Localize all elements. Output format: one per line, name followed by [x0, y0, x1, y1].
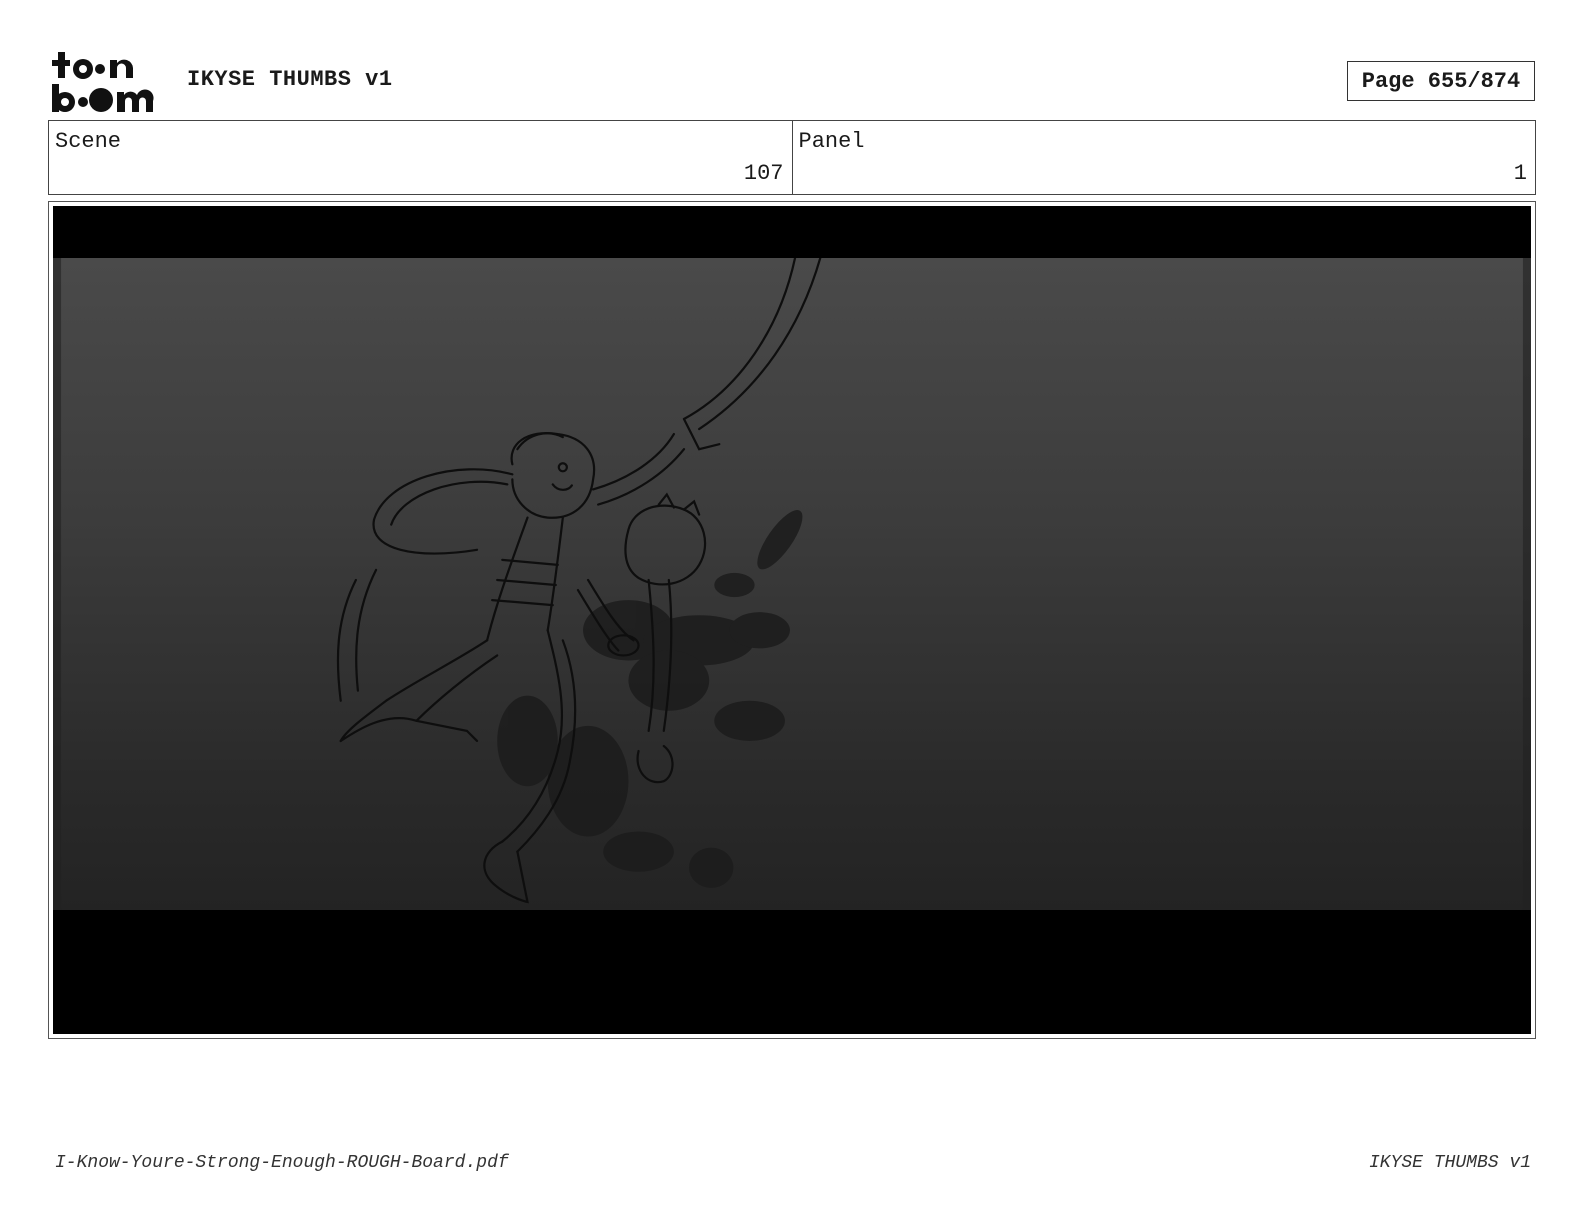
- scene-cell: Scene 107: [49, 121, 792, 194]
- scene-panel-info: Scene 107 Panel 1: [48, 120, 1536, 195]
- storyboard-image: [53, 206, 1531, 1034]
- toonboom-logo: [52, 52, 154, 112]
- storyboard-frame: [48, 201, 1536, 1039]
- footer-filename: I-Know-Youre-Strong-Enough-ROUGH-Board.p…: [55, 1153, 509, 1173]
- letterbox-bottom: [53, 910, 1531, 1034]
- panel-number: 1: [1513, 161, 1527, 186]
- scene-label: Scene: [55, 129, 122, 154]
- storyboard-sketch: [53, 258, 1531, 910]
- page-indicator: Page 655/874: [1347, 61, 1535, 101]
- panel-label: Panel: [798, 129, 865, 154]
- panel-cell: Panel 1: [791, 121, 1536, 194]
- letterbox-top: [53, 206, 1531, 258]
- scene-number: 107: [743, 161, 784, 186]
- footer-project: IKYSE THUMBS v1: [1368, 1153, 1531, 1173]
- sketch-area: [53, 258, 1531, 910]
- project-title: IKYSE THUMBS v1: [187, 67, 393, 92]
